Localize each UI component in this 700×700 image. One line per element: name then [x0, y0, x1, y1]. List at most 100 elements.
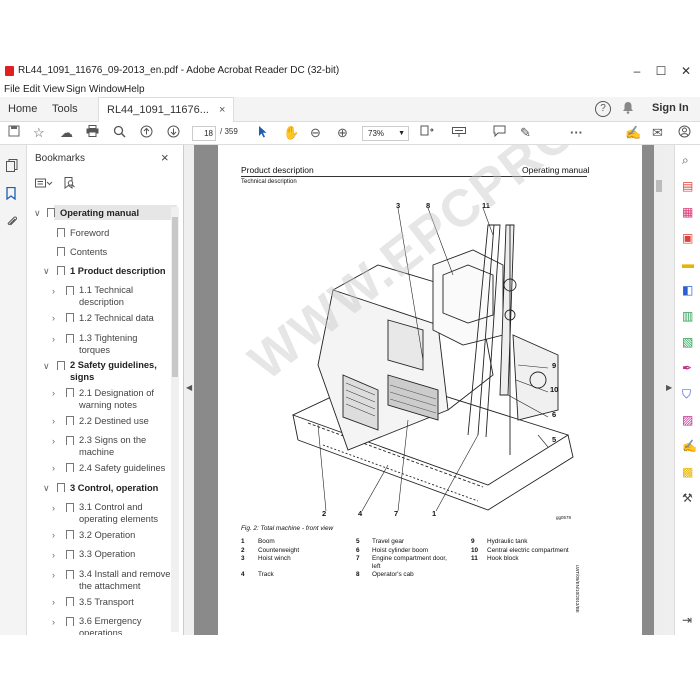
bookmark-item-product-description[interactable]: 1 Product description [70, 265, 166, 277]
chevron-right-icon[interactable]: › [52, 550, 55, 560]
chevron-right-icon[interactable]: › [52, 617, 55, 627]
organize-pages-icon[interactable]: ▥ [682, 309, 693, 323]
tab-home[interactable]: Home [8, 97, 37, 121]
panel-splitter[interactable]: ◀ [184, 145, 194, 635]
chevron-down-icon[interactable]: ∨ [43, 483, 50, 494]
more-tools-icon[interactable]: ··· [570, 125, 583, 141]
help-icon[interactable]: ? [595, 101, 611, 117]
zoom-search-icon[interactable] [113, 125, 126, 142]
expand-arrow-icon[interactable]: ▶ [666, 383, 672, 392]
next-page-icon[interactable] [167, 125, 180, 142]
scrollbar-thumb[interactable] [172, 217, 178, 377]
search-tool-icon[interactable]: ⌕ [682, 153, 689, 168]
chevron-right-icon[interactable]: › [52, 416, 55, 426]
page-number-input[interactable]: 18 [192, 126, 216, 141]
scan-ocr-icon[interactable]: ▧ [682, 335, 693, 349]
chevron-right-icon[interactable]: › [52, 436, 55, 446]
zoom-level-dropdown[interactable]: 73% ▼ [362, 126, 409, 141]
bookmark-item-operation-3-3[interactable]: 3.3 Operation [79, 548, 135, 560]
document-viewport[interactable]: Product description Operating manual Tec… [194, 145, 654, 635]
create-pdf-icon[interactable]: ▤ [682, 179, 693, 193]
chevron-right-icon[interactable]: › [52, 597, 55, 607]
export-pdf-icon[interactable]: ▣ [682, 231, 693, 245]
menu-sign[interactable]: Sign [66, 84, 86, 95]
minimize-button[interactable]: – [626, 63, 648, 79]
bookmark-item-control-elements[interactable]: 3.1 Control and operating elements [79, 501, 169, 525]
chevron-right-icon[interactable]: › [52, 503, 55, 513]
save-icon[interactable] [8, 125, 20, 141]
bookmarks-scrollbar[interactable] [171, 207, 179, 632]
bookmark-item-transport[interactable]: 3.5 Transport [79, 596, 134, 608]
send-comments-icon[interactable]: ▩ [682, 465, 693, 479]
bookmark-item-safety-guidelines-2-4[interactable]: 2.4 Safety guidelines [79, 462, 165, 474]
notifications-bell-icon[interactable] [622, 101, 634, 117]
page-fit-icon[interactable] [420, 125, 434, 142]
tab-document[interactable]: RL44_1091_11676... × [98, 97, 235, 122]
comment-icon[interactable] [493, 125, 506, 141]
bookmark-item-technical-description[interactable]: 1.1 Technical description [79, 284, 169, 308]
bookmark-item-operation-3-2[interactable]: 3.2 Operation [79, 529, 135, 541]
collapse-arrow-icon[interactable]: ◀ [186, 383, 192, 392]
star-icon[interactable]: ☆ [33, 125, 45, 141]
close-window-button[interactable]: ✕ [675, 63, 697, 79]
keyboard-icon[interactable] [452, 125, 466, 141]
combine-files-icon[interactable]: ◧ [682, 283, 693, 297]
document-scrollbar[interactable] [654, 145, 664, 635]
bookmark-item-control-operation[interactable]: 3 Control, operation [70, 482, 158, 494]
fill-sign-icon[interactable]: ✒ [682, 361, 692, 375]
request-signatures-icon[interactable]: ✍ [682, 439, 697, 453]
chevron-right-icon[interactable]: › [52, 570, 55, 580]
sign-in-link[interactable]: Sign In [652, 102, 689, 114]
chevron-down-icon[interactable]: ∨ [34, 208, 41, 219]
tab-close-icon[interactable]: × [219, 104, 225, 116]
find-bookmark-icon[interactable] [64, 177, 75, 192]
chevron-right-icon[interactable]: › [52, 530, 55, 540]
maximize-button[interactable]: ☐ [650, 63, 672, 79]
protect-icon[interactable]: ⛉ [682, 387, 691, 402]
bookmark-item-operating-manual[interactable]: Operating manual [60, 207, 139, 219]
cloud-upload-icon[interactable]: ☁ [60, 125, 73, 141]
menu-help[interactable]: Help [124, 84, 145, 95]
bookmark-item-install-remove-attachment[interactable]: 3.4 Install and remove the attachment [79, 568, 171, 592]
bookmark-item-designation-warning-notes[interactable]: 2.1 Designation of warning notes [79, 387, 169, 411]
chevron-right-icon[interactable]: › [52, 334, 55, 344]
tab-tools[interactable]: Tools [52, 97, 78, 121]
comment-tool-icon[interactable]: ▬ [682, 257, 694, 271]
zoom-out-icon[interactable]: ⊖ [310, 125, 321, 141]
menu-file[interactable]: File [4, 84, 20, 95]
chevron-right-icon[interactable]: › [52, 313, 55, 323]
bookmark-options-icon[interactable] [35, 178, 56, 192]
bookmark-item-foreword[interactable]: Foreword [70, 227, 109, 239]
send-for-signature-icon[interactable]: ▨ [682, 413, 693, 427]
bookmark-item-signs-on-machine[interactable]: 2.3 Signs on the machine [79, 434, 169, 458]
chevron-right-icon[interactable]: › [52, 286, 55, 296]
email-icon[interactable]: ✉ [652, 125, 663, 141]
menu-edit[interactable]: Edit [23, 84, 40, 95]
chevron-right-icon[interactable]: › [52, 388, 55, 398]
menu-window[interactable]: Window [89, 84, 125, 95]
page-thumbnails-icon[interactable] [6, 159, 18, 175]
attachments-icon[interactable] [6, 215, 18, 231]
more-tools-wrench-icon[interactable]: ⚒ [682, 491, 693, 505]
bookmark-item-tightening-torques[interactable]: 1.3 Tightening torques [79, 332, 169, 356]
close-panel-icon[interactable]: × [161, 150, 169, 165]
scrollbar-thumb[interactable] [656, 180, 662, 192]
edit-pdf-icon[interactable]: ▦ [682, 205, 693, 219]
right-splitter[interactable]: ▶ [664, 145, 674, 635]
previous-page-icon[interactable] [140, 125, 153, 142]
chevron-right-icon[interactable]: › [52, 463, 55, 473]
sign-tools-icon[interactable]: ✍ [625, 125, 641, 141]
bookmarks-icon[interactable] [6, 186, 16, 203]
bookmark-item-contents[interactable]: Contents [70, 246, 107, 258]
bookmark-item-safety-guidelines[interactable]: 2 Safety guidelines, signs [70, 359, 170, 383]
menu-view[interactable]: View [43, 84, 65, 95]
select-cursor-icon[interactable] [258, 125, 268, 142]
hand-tool-icon[interactable]: ✋ [283, 125, 299, 141]
account-icon[interactable] [678, 125, 691, 142]
print-icon[interactable] [86, 125, 99, 141]
pen-highlight-icon[interactable]: ✎ [520, 125, 531, 141]
chevron-down-icon[interactable]: ∨ [43, 361, 50, 372]
zoom-in-icon[interactable]: ⊕ [337, 125, 348, 141]
bookmark-item-emergency-operations[interactable]: 3.6 Emergency operations [79, 615, 169, 635]
chevron-down-icon[interactable]: ∨ [43, 266, 50, 277]
